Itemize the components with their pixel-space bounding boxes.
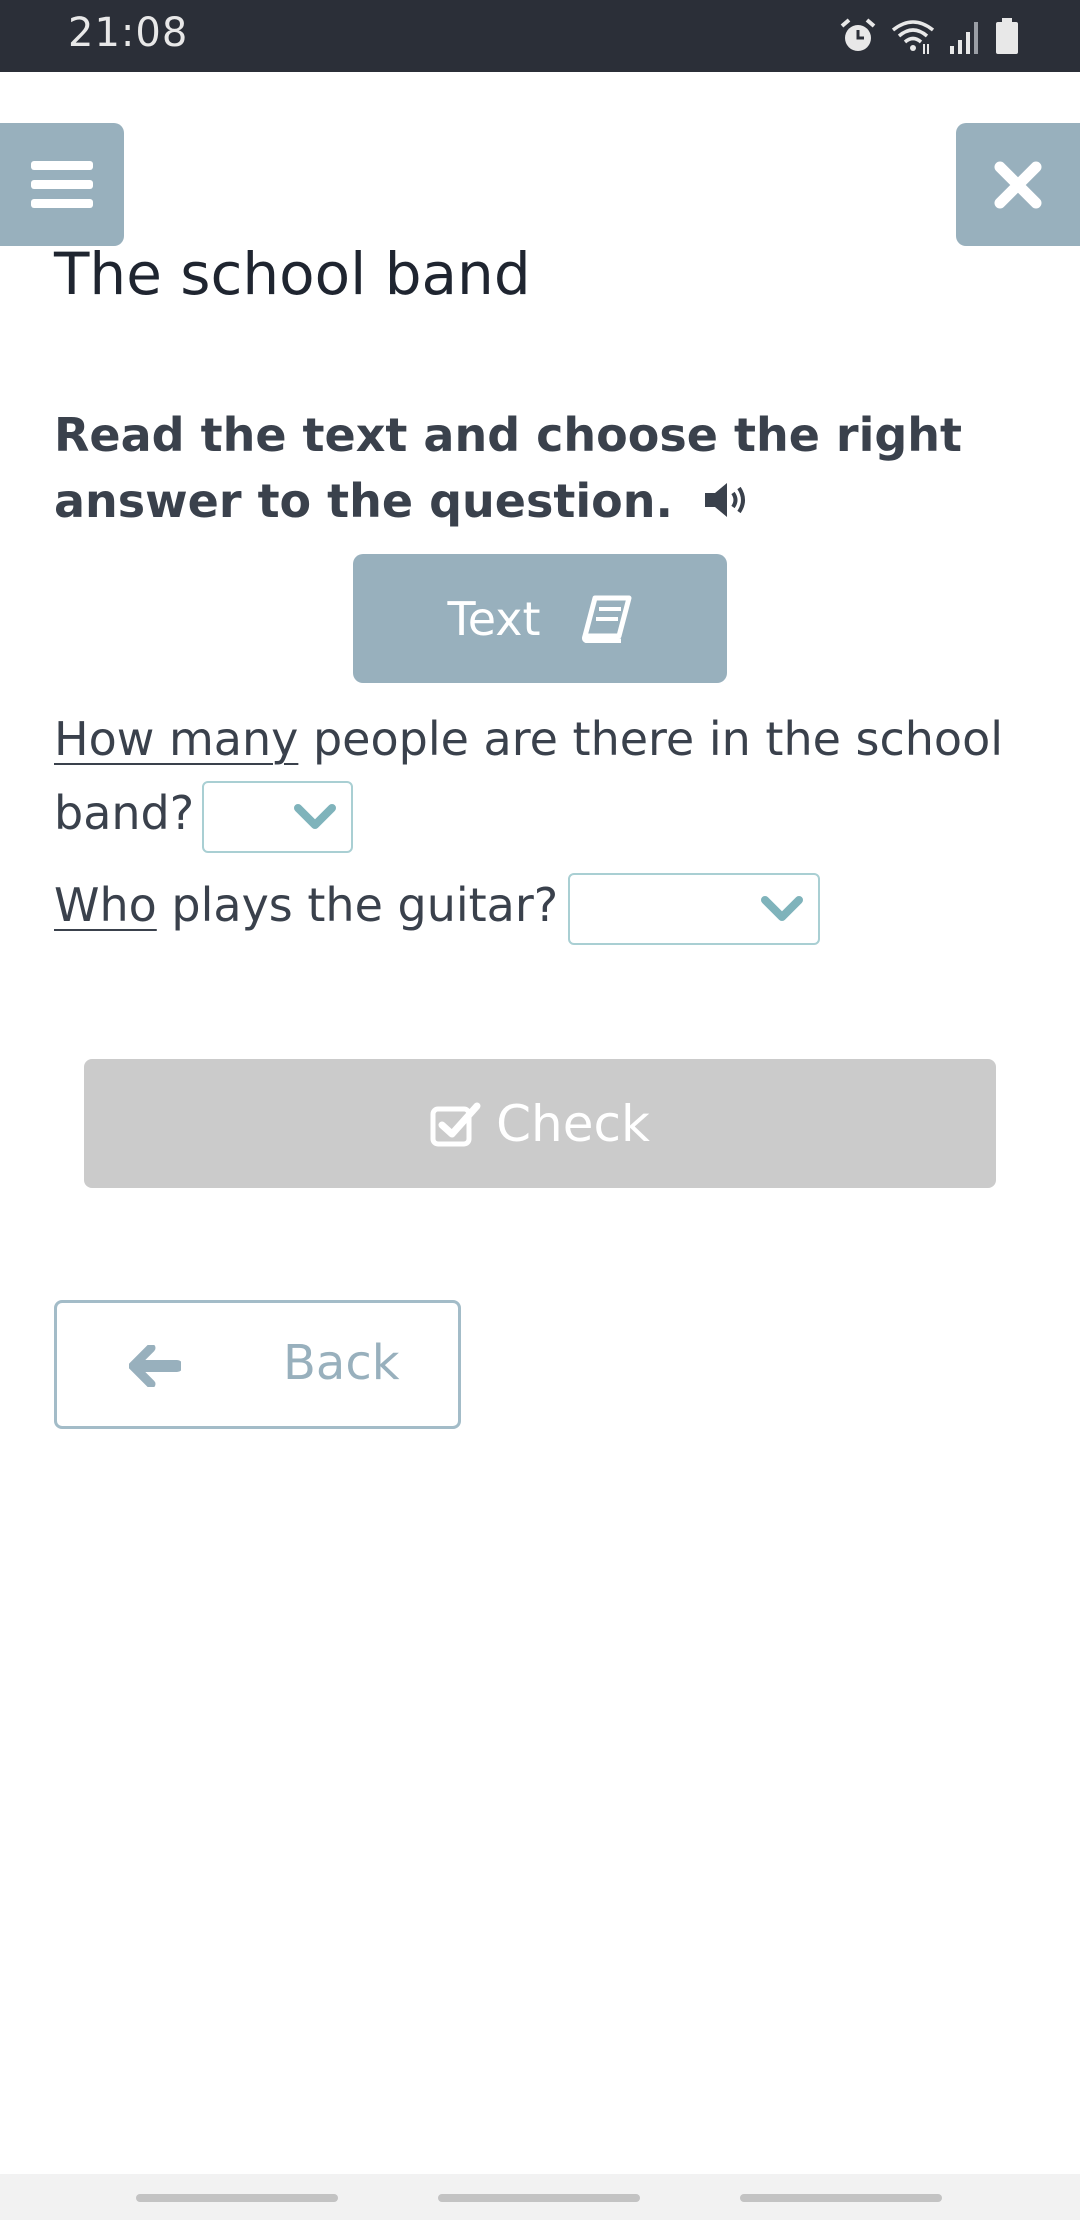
status-icons [838,14,1020,58]
question-2: Who plays the guitar? [54,868,1034,945]
question-2-highlight: Who [54,878,157,932]
chevron-down-icon [761,895,804,921]
status-bar: 21:08 [0,0,1080,72]
check-button[interactable]: Check [84,1059,996,1188]
battery-icon [996,18,1018,54]
nav-home-button[interactable] [438,2194,640,2202]
instruction: Read the text and choose the right answe… [54,402,1014,538]
check-button-label: Check [496,1094,650,1153]
nav-back-button[interactable] [740,2194,942,2202]
status-time: 21:08 [68,10,189,56]
navigation-bar [0,2174,1080,2220]
alarm-icon [840,18,876,51]
question-1-highlight: How many [54,712,299,766]
answer-1-dropdown[interactable] [202,780,354,853]
hamburger-icon [31,160,93,208]
answer-2-dropdown[interactable] [568,872,821,945]
back-button[interactable]: Back [54,1300,461,1429]
nav-recents-button[interactable] [136,2194,338,2202]
wifi-icon [891,20,935,54]
question-2-text: plays the guitar? [156,878,559,932]
signal-icon [950,22,978,54]
book-icon [581,595,632,643]
close-button[interactable] [956,123,1080,246]
menu-button[interactable] [0,123,124,246]
checkbox-icon [430,1102,481,1146]
text-button[interactable]: Text [353,554,727,683]
question-1: How many people are there in the school … [54,702,1034,853]
close-icon [994,161,1042,208]
speaker-icon[interactable] [703,472,751,538]
chevron-down-icon [294,803,337,829]
text-button-label: Text [447,591,541,646]
back-button-label: Back [283,1335,400,1391]
page-title: The school band [54,240,531,308]
arrow-left-icon [129,1345,181,1387]
instruction-text: Read the text and choose the right answe… [54,408,963,528]
